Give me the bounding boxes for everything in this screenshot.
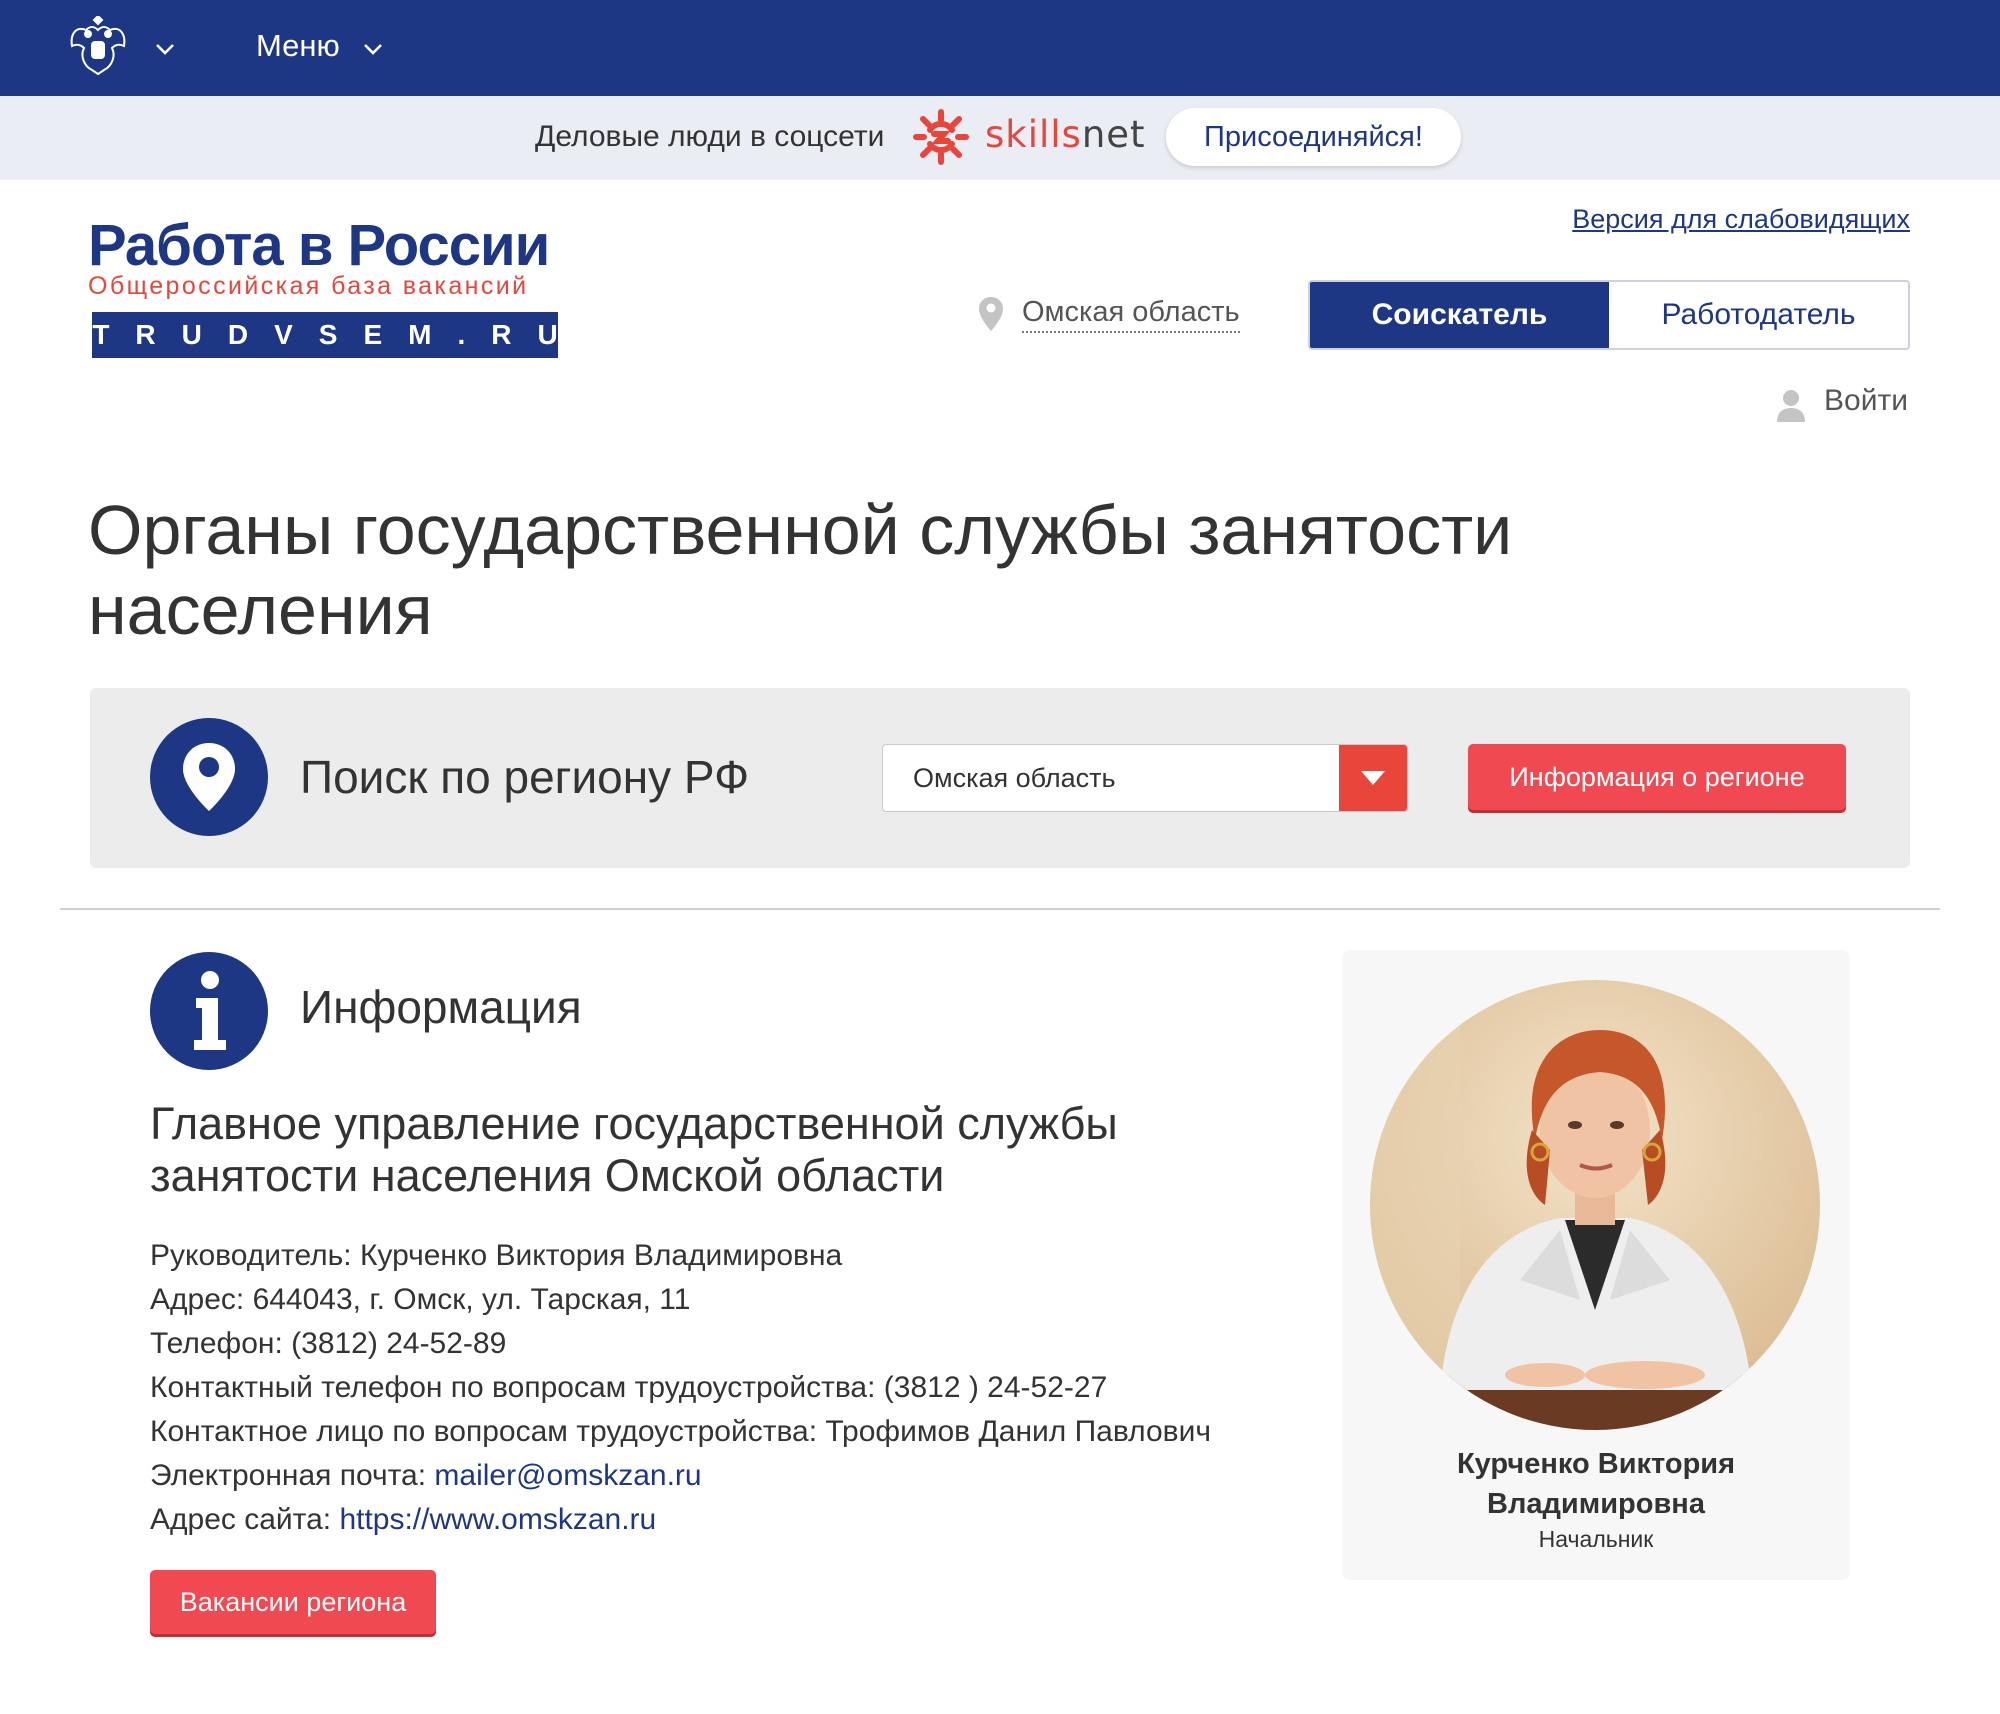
location-pin-icon (183, 743, 235, 811)
employer-tab[interactable]: Работодатель (1609, 282, 1908, 348)
region-search-label: Поиск по региону РФ (300, 751, 750, 803)
detail-label: Электронная почта: (150, 1459, 427, 1492)
caret-down-icon (1361, 771, 1385, 785)
region-search-icon (150, 718, 268, 836)
user-icon[interactable] (1776, 388, 1806, 422)
skillsnet-logo[interactable]: skillsnet (985, 113, 1146, 156)
website-link[interactable]: https://www.omskzan.ru (339, 1503, 656, 1536)
top-nav-bar: Меню (0, 0, 2000, 96)
detail-value: (3812 ) 24-52-27 (883, 1371, 1108, 1404)
detail-value: 644043, г. Омск, ул. Тарская, 11 (252, 1283, 691, 1316)
detail-label: Адрес сайта: (150, 1503, 332, 1536)
head-profile-card: Курченко Виктория Владимировна Начальник (1342, 950, 1850, 1580)
head-photo (1370, 980, 1820, 1430)
region-select-value: Омская область (913, 763, 1116, 793)
detail-row-website: Адрес сайта: https://www.omskzan.ru (150, 1498, 1211, 1542)
skillsnet-net: net (1081, 113, 1146, 156)
skillsnet-gear-icon[interactable] (910, 106, 972, 168)
menu-label[interactable]: Меню (256, 28, 340, 64)
job-seeker-tab[interactable]: Соискатель (1310, 282, 1609, 348)
info-icon (150, 952, 268, 1070)
head-name: Курченко Виктория Владимировна (1342, 1444, 1850, 1524)
detail-row-address: Адрес: 644043, г. Омск, ул. Тарская, 11 (150, 1278, 1211, 1322)
head-role: Начальник (1538, 1526, 1654, 1552)
head-name-line1: Курченко Виктория (1456, 1448, 1736, 1480)
chevron-down-icon[interactable] (360, 36, 386, 62)
detail-row-employment-phone: Контактный телефон по вопросам трудоустр… (150, 1366, 1211, 1410)
detail-label: Контактное лицо по вопросам трудоустройс… (150, 1415, 818, 1448)
detail-label: Телефон: (150, 1327, 283, 1360)
page-title: Органы государственной службы занятости … (88, 491, 1513, 649)
info-glyph-icon (194, 971, 226, 1050)
detail-label: Контактный телефон по вопросам трудоустр… (150, 1371, 876, 1404)
logo-subtitle: Общероссийская база вакансий (88, 272, 529, 300)
region-search-panel: Поиск по региону РФ Омская область Инфор… (90, 688, 1910, 868)
role-switcher: Соискатель Работодатель (1308, 280, 1910, 350)
region-vacancies-button[interactable]: Вакансии региона (150, 1570, 436, 1634)
chevron-down-icon[interactable] (152, 36, 178, 62)
detail-label: Адрес: (150, 1283, 245, 1316)
detail-label: Руководитель: (150, 1239, 352, 1272)
coat-of-arms-icon[interactable] (66, 16, 130, 76)
section-divider (60, 908, 1940, 910)
detail-row-head: Руководитель: Курченко Виктория Владимир… (150, 1234, 1211, 1278)
detail-value: (3812) 24-52-89 (291, 1327, 507, 1360)
detail-row-email: Электронная почта: mailer@omskzan.ru (150, 1454, 1211, 1498)
detail-row-contact-person: Контактное лицо по вопросам трудоустройс… (150, 1410, 1211, 1454)
logo-domain[interactable]: TRUDVSEM.RU (92, 312, 558, 358)
portrait-image (1370, 980, 1820, 1430)
logo-title[interactable]: Работа в России (88, 212, 550, 279)
accessibility-version-link[interactable]: Версия для слабовидящих (1572, 204, 1910, 235)
login-link[interactable]: Войти (1824, 384, 1908, 418)
region-selector-link[interactable]: Омская область (1022, 296, 1240, 333)
detail-value: Трофимов Данил Павлович (825, 1415, 1211, 1448)
promo-text: Деловые люди в соцсети (535, 120, 885, 153)
email-link[interactable]: mailer@omskzan.ru (434, 1459, 701, 1492)
detail-value: Курченко Виктория Владимировна (359, 1239, 843, 1272)
organization-name: Главное управление государственной служб… (150, 1098, 1118, 1201)
region-select[interactable]: Омская область (882, 744, 1408, 812)
detail-row-phone: Телефон: (3812) 24-52-89 (150, 1322, 1211, 1366)
location-pin-icon (979, 297, 1003, 331)
region-info-button[interactable]: Информация о регионе (1468, 744, 1846, 810)
info-heading: Информация (300, 981, 582, 1033)
dropdown-arrow[interactable] (1339, 745, 1407, 811)
join-button[interactable]: Присоединяйся! (1166, 108, 1461, 166)
organization-details: Руководитель: Курченко Виктория Владимир… (150, 1234, 1211, 1542)
skillsnet-skills: skills (985, 113, 1082, 156)
head-name-line2: Владимировна (1487, 1488, 1705, 1520)
